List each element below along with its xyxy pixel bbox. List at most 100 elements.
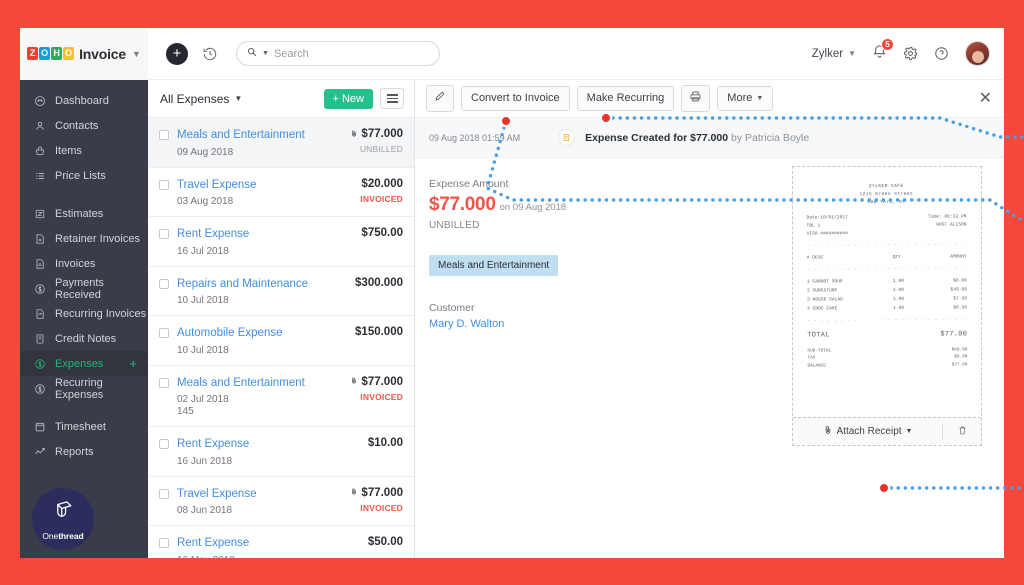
avatar[interactable] — [965, 41, 990, 66]
expense-list-item[interactable]: Travel Expense 03 Aug 2018 $20.000 INVOICED — [148, 168, 414, 218]
make-recurring-button[interactable]: Make Recurring — [576, 86, 675, 111]
receipt-total-label: TOTAL — [807, 331, 830, 340]
receipt-col-desc: # DESC — [806, 255, 824, 261]
row-main: Rent Expense 16 May 2018 — [177, 536, 360, 558]
row-checkbox[interactable] — [159, 439, 169, 450]
expense-list-item[interactable]: Meals and Entertainment 09 Aug 2018 $77.00… — [148, 118, 414, 168]
close-button[interactable]: ✕ — [979, 90, 992, 107]
row-checkbox[interactable] — [159, 377, 169, 388]
settings-button[interactable] — [903, 46, 918, 61]
chevron-down-icon[interactable]: ▼ — [132, 49, 141, 59]
receipt-column-headers: # DESC QTY. AMOUNT — [807, 254, 967, 263]
sidebar-item-label: Contacts — [55, 119, 99, 132]
credit-notes-icon — [33, 333, 46, 345]
row-checkbox[interactable] — [159, 328, 169, 339]
expense-list-item[interactable]: Meals and Entertainment 02 Jul 2018 145 $77… — [148, 366, 414, 428]
help-button[interactable] — [934, 46, 949, 61]
expense-category-chip[interactable]: Meals and Entertainment — [429, 255, 559, 276]
expense-list-item[interactable]: Rent Expense 16 Jun 2018 $10.00 — [148, 427, 414, 477]
expense-filter-dropdown[interactable]: All Expenses ▼ — [160, 92, 242, 106]
expense-list-item[interactable]: Rent Expense 16 Jul 2018 $750.00 — [148, 217, 414, 267]
expense-date: 16 Jun 2018 — [177, 455, 233, 467]
receipt-divider: - - - - - - - - - - - - - - - - - - - - … — [806, 242, 967, 249]
expense-name-link[interactable]: Travel Expense — [177, 178, 352, 194]
expense-amount: $20.000 — [360, 178, 403, 190]
zoho-letter-z: Z — [27, 47, 39, 60]
sidebar-item-label: Items — [55, 144, 82, 157]
sidebar-item-recurring-invoices[interactable]: Recurring Invoices — [20, 301, 148, 326]
expense-list-item[interactable]: Repairs and Maintenance 10 Jul 2018 $300.0… — [148, 267, 414, 317]
expense-amount: $50.00 — [368, 536, 403, 548]
new-expense-button[interactable]: + New — [323, 88, 373, 109]
quick-create-button[interactable]: + — [166, 42, 188, 65]
print-button[interactable] — [681, 84, 711, 113]
attach-receipt-button[interactable]: Attach Receipt ▼ — [793, 425, 942, 438]
sidebar-item-estimates[interactable]: Estimates — [20, 201, 148, 226]
sidebar-item-credit-notes[interactable]: Credit Notes — [20, 326, 148, 351]
row-checkbox[interactable] — [159, 488, 169, 499]
status-badge: UNBILLED — [359, 144, 403, 154]
recent-activity-icon[interactable] — [202, 46, 218, 62]
sidebar-item-label: Dashboard — [55, 94, 109, 107]
receipt-balance-value: $77.00 — [951, 362, 968, 368]
expense-list-item[interactable]: Travel Expense 08 Jun 2018 $77.000 INVOICED — [148, 477, 414, 527]
expense-name-link[interactable]: Automobile Expense — [177, 326, 347, 342]
pencil-icon — [434, 90, 446, 106]
expense-name-link[interactable]: Repairs and Maintenance — [177, 277, 347, 293]
row-checkbox[interactable] — [159, 229, 169, 240]
receipt-col-amount: AMOUNT — [950, 254, 967, 260]
receipt-item-qty: 1.00 — [893, 306, 905, 312]
sidebar-item-timesheet[interactable]: Timesheet — [20, 414, 148, 439]
convert-to-invoice-button[interactable]: Convert to Invoice — [461, 86, 570, 111]
expense-list-item[interactable]: Rent Expense 16 May 2018 $50.00 — [148, 526, 414, 558]
search-box[interactable]: ▼ — [236, 41, 440, 66]
onethread-widget[interactable]: Onethread — [32, 488, 94, 550]
row-checkbox[interactable] — [159, 179, 169, 190]
row-checkbox[interactable] — [159, 130, 169, 140]
sidebar-item-payments-received[interactable]: Payments Received — [20, 276, 148, 301]
more-button[interactable]: More ▼ — [717, 86, 774, 111]
expense-list-item[interactable]: Automobile Expense 10 Jul 2018 $150.000 — [148, 316, 414, 366]
sidebar-item-recurring-expenses[interactable]: Recurring Expenses — [20, 376, 148, 401]
expense-name-link[interactable]: Meals and Entertainment — [177, 128, 342, 144]
sidebar-item-dashboard[interactable]: Dashboard — [20, 88, 148, 113]
sidebar-item-reports[interactable]: Reports — [20, 439, 148, 464]
expense-name-link[interactable]: Meals and Entertainment — [177, 376, 342, 392]
list-options-button[interactable] — [380, 88, 404, 109]
receipt-item-amount: $7.50 — [953, 296, 968, 302]
delete-receipt-button[interactable] — [943, 423, 981, 441]
sidebar-item-expenses[interactable]: Expenses + — [20, 351, 148, 376]
sidebar-item-price-lists[interactable]: Price Lists — [20, 163, 148, 188]
receipt-tax-value: $8.00 — [954, 354, 968, 360]
receipt-total-value: $77.00 — [940, 330, 968, 340]
expense-name-link[interactable]: Rent Expense — [177, 536, 360, 552]
expense-list[interactable]: Meals and Entertainment 09 Aug 2018 $77.00… — [148, 118, 414, 558]
onethread-logo-icon — [50, 498, 76, 529]
receipt-image[interactable]: ZYLKER CAFE 1215 Green Street New York, … — [792, 166, 982, 417]
row-checkbox[interactable] — [159, 538, 169, 549]
edit-button[interactable] — [426, 85, 454, 112]
row-right: $77.000 INVOICED — [350, 376, 403, 402]
sidebar-item-contacts[interactable]: Contacts — [20, 113, 148, 138]
plus-icon: + — [332, 92, 339, 105]
product-name: Invoice — [79, 45, 126, 62]
expense-name-link[interactable]: Rent Expense — [177, 437, 360, 453]
receipt-host: HOST ALISON — [936, 222, 967, 228]
new-expense-label: New — [341, 92, 364, 105]
organization-switcher[interactable]: Zylker ▼ — [812, 48, 856, 60]
row-checkbox[interactable] — [159, 278, 169, 289]
paperclip-icon — [823, 425, 833, 438]
notifications-button[interactable]: 5 — [872, 37, 894, 64]
sidebar-item-items[interactable]: Items — [20, 138, 148, 163]
search-scope-chevron-icon[interactable]: ▼ — [262, 50, 269, 57]
expense-name-link[interactable]: Rent Expense — [177, 227, 353, 243]
row-main: Travel Expense 08 Jun 2018 — [177, 487, 342, 517]
sidebar-item-invoices[interactable]: Invoices — [20, 251, 148, 276]
expense-name-link[interactable]: Travel Expense — [177, 487, 342, 503]
add-expense-button[interactable]: + — [129, 356, 137, 371]
brand-logo[interactable]: Z O H O Invoice ▼ — [20, 28, 148, 80]
sidebar-item-retainer-invoices[interactable]: Retainer Invoices — [20, 226, 148, 251]
search-input[interactable] — [273, 47, 429, 60]
paperclip-icon — [350, 487, 358, 498]
receipt-item-amount: $49.00 — [950, 287, 968, 293]
